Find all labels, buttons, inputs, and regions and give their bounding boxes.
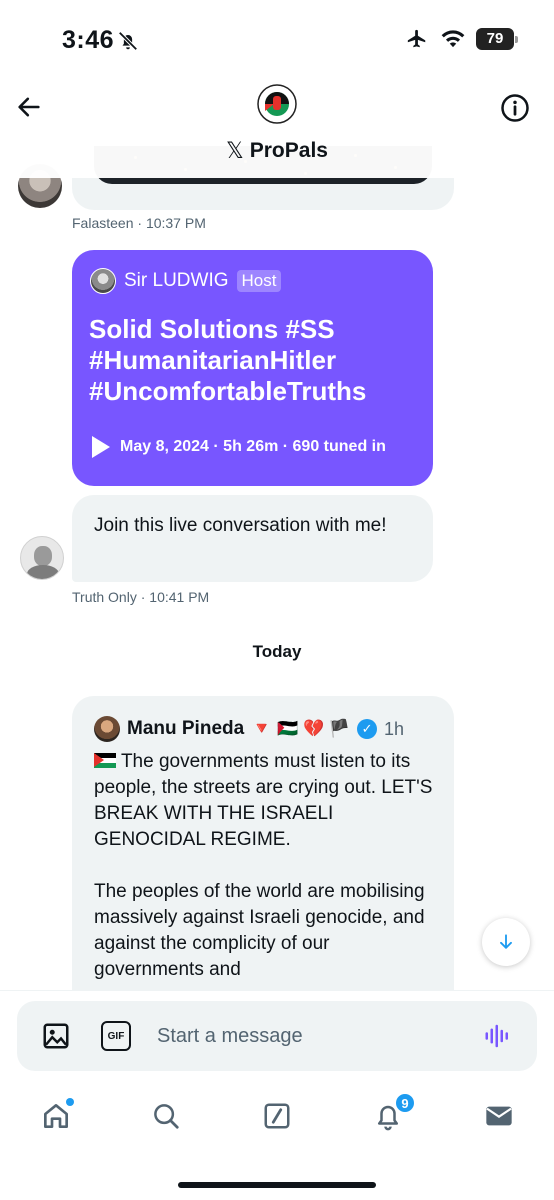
- wifi-icon: [441, 30, 465, 48]
- message-meta: Truth Only · 10:41 PM: [72, 589, 210, 605]
- bottom-tab-bar: 9: [0, 1082, 554, 1200]
- conversation[interactable]: Falasteen · 10:37 PM Sir LUDWIG Host Sol…: [0, 84, 554, 990]
- tweet-author-name: Manu Pineda: [127, 718, 245, 739]
- grok-icon: [264, 1103, 290, 1129]
- conversation-header: 𝕏 ProPals: [0, 84, 554, 178]
- tweet-author-emojis: 🔻 🇵🇸 💔 🏴: [251, 719, 351, 738]
- gif-icon[interactable]: GIF: [101, 1021, 131, 1051]
- day-separator: Today: [252, 642, 302, 661]
- tab-notifications[interactable]: 9: [370, 1092, 416, 1134]
- group-avatar[interactable]: [257, 84, 297, 124]
- message-composer: GIF: [17, 1001, 537, 1071]
- arrow-down-icon: [500, 934, 512, 949]
- home-unread-dot: [66, 1098, 74, 1106]
- home-indicator: [178, 1182, 376, 1188]
- space-meta: May 8, 2024 · 5h 26m · 690 tuned in: [120, 438, 386, 455]
- avatar[interactable]: [20, 536, 64, 580]
- tab-home[interactable]: [38, 1098, 74, 1134]
- messages-icon: [486, 1106, 512, 1126]
- status-time: 3:46: [62, 26, 115, 54]
- message-bubble[interactable]: Join this live conversation with me!: [72, 495, 433, 582]
- tab-messages[interactable]: [481, 1098, 517, 1134]
- group-name[interactable]: ProPals: [250, 140, 328, 162]
- battery-indicator: 79: [476, 28, 518, 50]
- sender-name: Truth Only: [72, 589, 137, 605]
- message-time: 10:41 PM: [149, 589, 210, 605]
- tweet-author-avatar: [94, 716, 120, 742]
- image-icon[interactable]: [41, 1021, 71, 1051]
- airplane-icon: [407, 29, 426, 48]
- voice-icon[interactable]: [483, 1021, 513, 1051]
- x-logo-icon: 𝕏: [226, 138, 244, 163]
- verified-icon: ✓: [357, 719, 378, 739]
- tweet-time: 1h: [384, 718, 405, 739]
- quoted-tweet-card[interactable]: Manu Pineda 🔻 🇵🇸 💔 🏴 ✓ 1h The government…: [72, 696, 454, 990]
- battery-level: 79: [486, 30, 504, 47]
- sender-name: Falasteen: [72, 215, 134, 231]
- palestine-flag-icon: [94, 753, 116, 768]
- composer-area: GIF: [0, 990, 554, 1071]
- message-time: 10:37 PM: [145, 215, 206, 231]
- tweet-paragraph: The peoples of the world are mobilising …: [94, 881, 425, 980]
- space-card[interactable]: Sir LUDWIG Host Solid Solutions #SS #Hum…: [72, 250, 433, 486]
- back-arrow-icon: [18, 97, 40, 117]
- message-input[interactable]: [157, 1015, 457, 1057]
- host-avatar: [90, 268, 116, 294]
- notification-count-badge: 9: [394, 1092, 416, 1114]
- back-button[interactable]: [14, 92, 44, 122]
- host-name: Sir LUDWIG: [124, 270, 229, 291]
- status-bar: 3:46 79: [0, 0, 554, 84]
- space-title: Solid Solutions #SS #HumanitarianHitler …: [89, 314, 367, 406]
- play-icon[interactable]: [92, 436, 110, 458]
- scroll-to-bottom-button[interactable]: [482, 918, 530, 966]
- bell-off-icon: [118, 31, 138, 51]
- message-meta: Falasteen · 10:37 PM: [72, 215, 206, 231]
- host-badge: Host: [236, 270, 282, 292]
- tweet-text: The governments must listen to its peopl…: [94, 749, 439, 983]
- tab-search[interactable]: [148, 1098, 184, 1134]
- info-icon[interactable]: [500, 93, 530, 123]
- search-icon: [154, 1104, 179, 1129]
- tweet-paragraph: The governments must listen to its peopl…: [94, 751, 433, 850]
- tab-grok[interactable]: [259, 1098, 295, 1134]
